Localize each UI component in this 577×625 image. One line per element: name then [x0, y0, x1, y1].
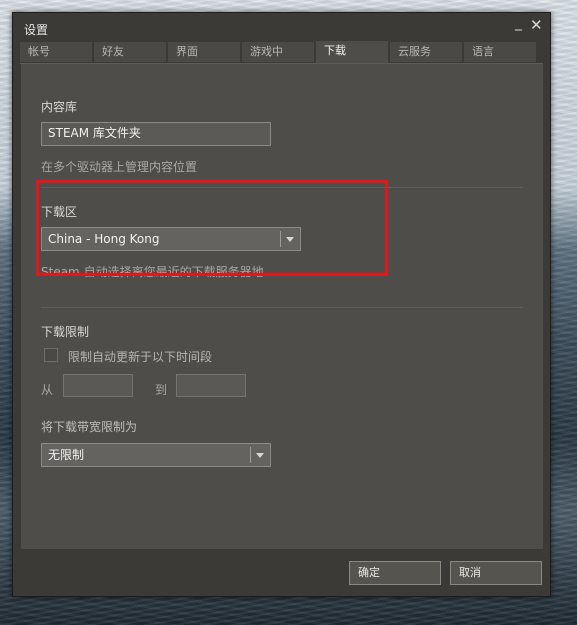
tab-label: 游戏中	[250, 45, 283, 58]
settings-window: 设置 _ ✕ 帐号 好友 界面 游戏中 下载 云服务 语言 内容库 STEAM …	[12, 12, 551, 597]
chevron-down-icon	[256, 453, 264, 458]
downloads-panel: 内容库 STEAM 库文件夹 在多个驱动器上管理内容位置 下载区 China -…	[21, 64, 543, 549]
from-time-field[interactable]	[63, 374, 133, 397]
content-library-heading: 内容库	[41, 100, 78, 114]
bandwidth-heading: 将下载带宽限制为	[41, 420, 138, 434]
tab-account[interactable]: 帐号	[20, 42, 92, 62]
tab-label: 好友	[102, 45, 124, 58]
bandwidth-limit-value: 无限制	[48, 448, 85, 462]
tab-label: 云服务	[398, 45, 431, 58]
limit-updates-checkbox[interactable]	[44, 348, 58, 362]
tab-label: 下载	[324, 44, 346, 57]
tab-interface[interactable]: 界面	[168, 42, 240, 62]
bandwidth-limit-select[interactable]: 无限制	[41, 443, 271, 467]
limit-updates-label: 限制自动更新于以下时间段	[68, 350, 213, 364]
titlebar: 设置 _ ✕	[13, 13, 550, 41]
minimize-icon[interactable]: _	[515, 15, 522, 31]
content-library-description: 在多个驱动器上管理内容位置	[41, 160, 198, 174]
tab-cloud[interactable]: 云服务	[390, 42, 462, 62]
to-label: 到	[155, 383, 168, 397]
tab-label: 帐号	[28, 45, 50, 58]
window-title: 设置	[24, 23, 49, 37]
from-label: 从	[41, 383, 54, 397]
highlight-box	[36, 180, 388, 276]
tab-bar: 帐号 好友 界面 游戏中 下载 云服务 语言	[20, 41, 543, 64]
tab-language[interactable]: 语言	[464, 42, 536, 62]
ok-button[interactable]: 确定	[349, 561, 441, 585]
steam-library-folders-button[interactable]: STEAM 库文件夹	[41, 122, 271, 146]
to-time-field[interactable]	[176, 374, 246, 397]
tab-in-game[interactable]: 游戏中	[242, 42, 314, 62]
tab-friends[interactable]: 好友	[94, 42, 166, 62]
tab-label: 语言	[472, 45, 494, 58]
section-divider	[41, 307, 523, 308]
select-separator	[250, 447, 251, 463]
tab-downloads[interactable]: 下载	[316, 41, 388, 64]
close-icon[interactable]: ✕	[530, 16, 543, 34]
tab-label: 界面	[176, 45, 198, 58]
cancel-button[interactable]: 取消	[450, 561, 542, 585]
download-restrictions-heading: 下载限制	[41, 325, 90, 339]
